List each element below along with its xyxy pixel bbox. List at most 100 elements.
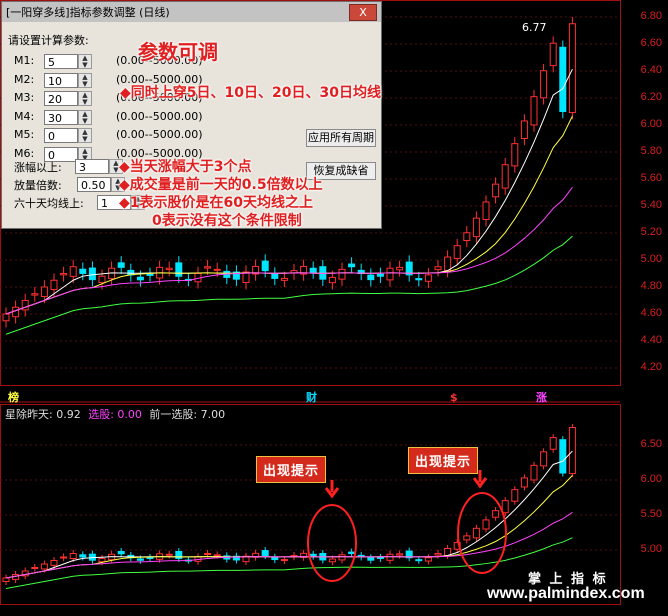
candle-body	[367, 557, 375, 561]
arrow-down-icon	[324, 480, 340, 499]
dialog-titlebar: [一阳穿多线]指标参数调整 (日线) X	[2, 2, 381, 22]
candle-body	[568, 23, 576, 114]
highlight-circle	[307, 504, 357, 582]
candle-body	[79, 268, 87, 274]
candle-body	[280, 559, 288, 562]
candle-body	[463, 535, 471, 541]
candle-body	[376, 273, 384, 277]
candle-body	[309, 267, 317, 273]
candle-body	[261, 260, 269, 272]
param-input[interactable]: 20	[44, 91, 78, 106]
marker-left[interactable]: 榜	[8, 391, 19, 404]
candle-body	[31, 567, 39, 569]
candle-body	[136, 276, 144, 281]
price-tick: 6.50	[640, 438, 662, 450]
candle-body	[472, 217, 480, 238]
candle-body	[60, 273, 68, 276]
candle-body	[424, 274, 432, 282]
marker-right1[interactable]: $	[450, 391, 458, 404]
price-tick: 4.40	[640, 334, 662, 346]
spinner-icon[interactable]: ▲ ▼	[78, 72, 92, 88]
candle-body	[146, 273, 154, 276]
legend-b-value: 0.00	[117, 408, 142, 421]
annotation-line4: ◆1表示股价是在60天均线之上	[119, 195, 313, 211]
candle-body	[69, 266, 77, 277]
candle-body	[568, 427, 576, 475]
spinner-icon[interactable]: ▲ ▼	[78, 128, 92, 143]
candle-body	[165, 553, 173, 556]
candle-body	[40, 286, 48, 298]
spinner-icon[interactable]: ▲ ▼	[78, 91, 92, 106]
candle-body	[31, 293, 39, 296]
param-input[interactable]: 5	[44, 54, 78, 69]
candle-body	[559, 46, 567, 113]
candle-body	[69, 553, 77, 559]
candle-body	[261, 550, 269, 557]
candle-body	[338, 554, 346, 561]
candle-body	[213, 554, 221, 557]
marker-right2[interactable]: 涨	[536, 391, 547, 404]
legend-c-value: 7.00	[200, 408, 226, 421]
candle-body	[492, 510, 500, 518]
hint-badge-1: 出现提示	[256, 456, 327, 483]
spinner-icon[interactable]: ▲ ▼	[78, 109, 92, 125]
candle-body	[98, 557, 106, 563]
param-label: M5:	[14, 128, 35, 141]
candle-body	[511, 489, 519, 502]
price-tick: 5.50	[640, 508, 662, 520]
price-tick: 4.60	[640, 307, 662, 319]
candle-body	[50, 560, 58, 566]
extra-param-input[interactable]: 0.50	[77, 177, 111, 192]
candle-body	[165, 267, 173, 271]
candle-body	[338, 268, 346, 280]
candle-body	[117, 550, 125, 555]
legend-a-value: 0.92	[56, 408, 81, 421]
candle-body	[79, 554, 87, 558]
candle-body	[40, 563, 48, 570]
close-button[interactable]: X	[349, 4, 377, 21]
candle-body	[348, 551, 356, 555]
candle-body	[482, 519, 490, 530]
candle-body	[434, 266, 442, 271]
marker-mid[interactable]: 财	[306, 391, 317, 404]
param-input[interactable]: 30	[44, 109, 78, 125]
candle-body	[117, 262, 125, 268]
candle-body	[520, 477, 528, 488]
candle-body	[453, 245, 461, 259]
spinner-icon[interactable]: ▲ ▼	[78, 54, 92, 69]
candle-body	[376, 556, 384, 559]
price-tick: 5.80	[640, 145, 662, 157]
dialog-prompt: 请设置计算参数:	[8, 34, 89, 47]
param-input[interactable]: 10	[44, 72, 78, 88]
highlight-circle	[457, 492, 507, 574]
candle-body	[50, 279, 58, 291]
price-tick: 4.20	[640, 361, 662, 373]
candle-body	[472, 527, 480, 539]
candle-body	[530, 96, 538, 126]
param-input[interactable]: 0	[44, 128, 78, 143]
candle-body	[328, 558, 336, 563]
candle-body	[386, 267, 394, 281]
candle-body	[415, 278, 423, 281]
candle-body	[482, 201, 490, 220]
price-max-label: 6.77	[522, 21, 547, 34]
candle-body	[511, 143, 519, 167]
candle-body	[492, 183, 500, 198]
price-tick: 6.00	[640, 118, 662, 130]
price-tick: 6.00	[640, 473, 662, 485]
apply-all-button[interactable]: 应用所有周期	[306, 129, 376, 147]
candle-body	[60, 556, 68, 559]
hint-badge-2: 出现提示	[408, 447, 479, 474]
candle-body	[136, 558, 144, 561]
annotation-line1: ◆同时上穿5日、10日、20日、30日均线	[120, 85, 381, 101]
candle-body	[396, 266, 404, 271]
candle-body	[213, 268, 221, 271]
extra-param-label: 六十天均线上:	[14, 197, 84, 210]
param-label: M3:	[14, 91, 35, 104]
candle-body	[204, 266, 212, 269]
candle-body	[348, 263, 356, 268]
candle-body	[309, 553, 317, 557]
param-label: M6:	[14, 146, 35, 160]
candle-body	[2, 577, 10, 582]
extra-param-input[interactable]: 3	[75, 159, 109, 174]
